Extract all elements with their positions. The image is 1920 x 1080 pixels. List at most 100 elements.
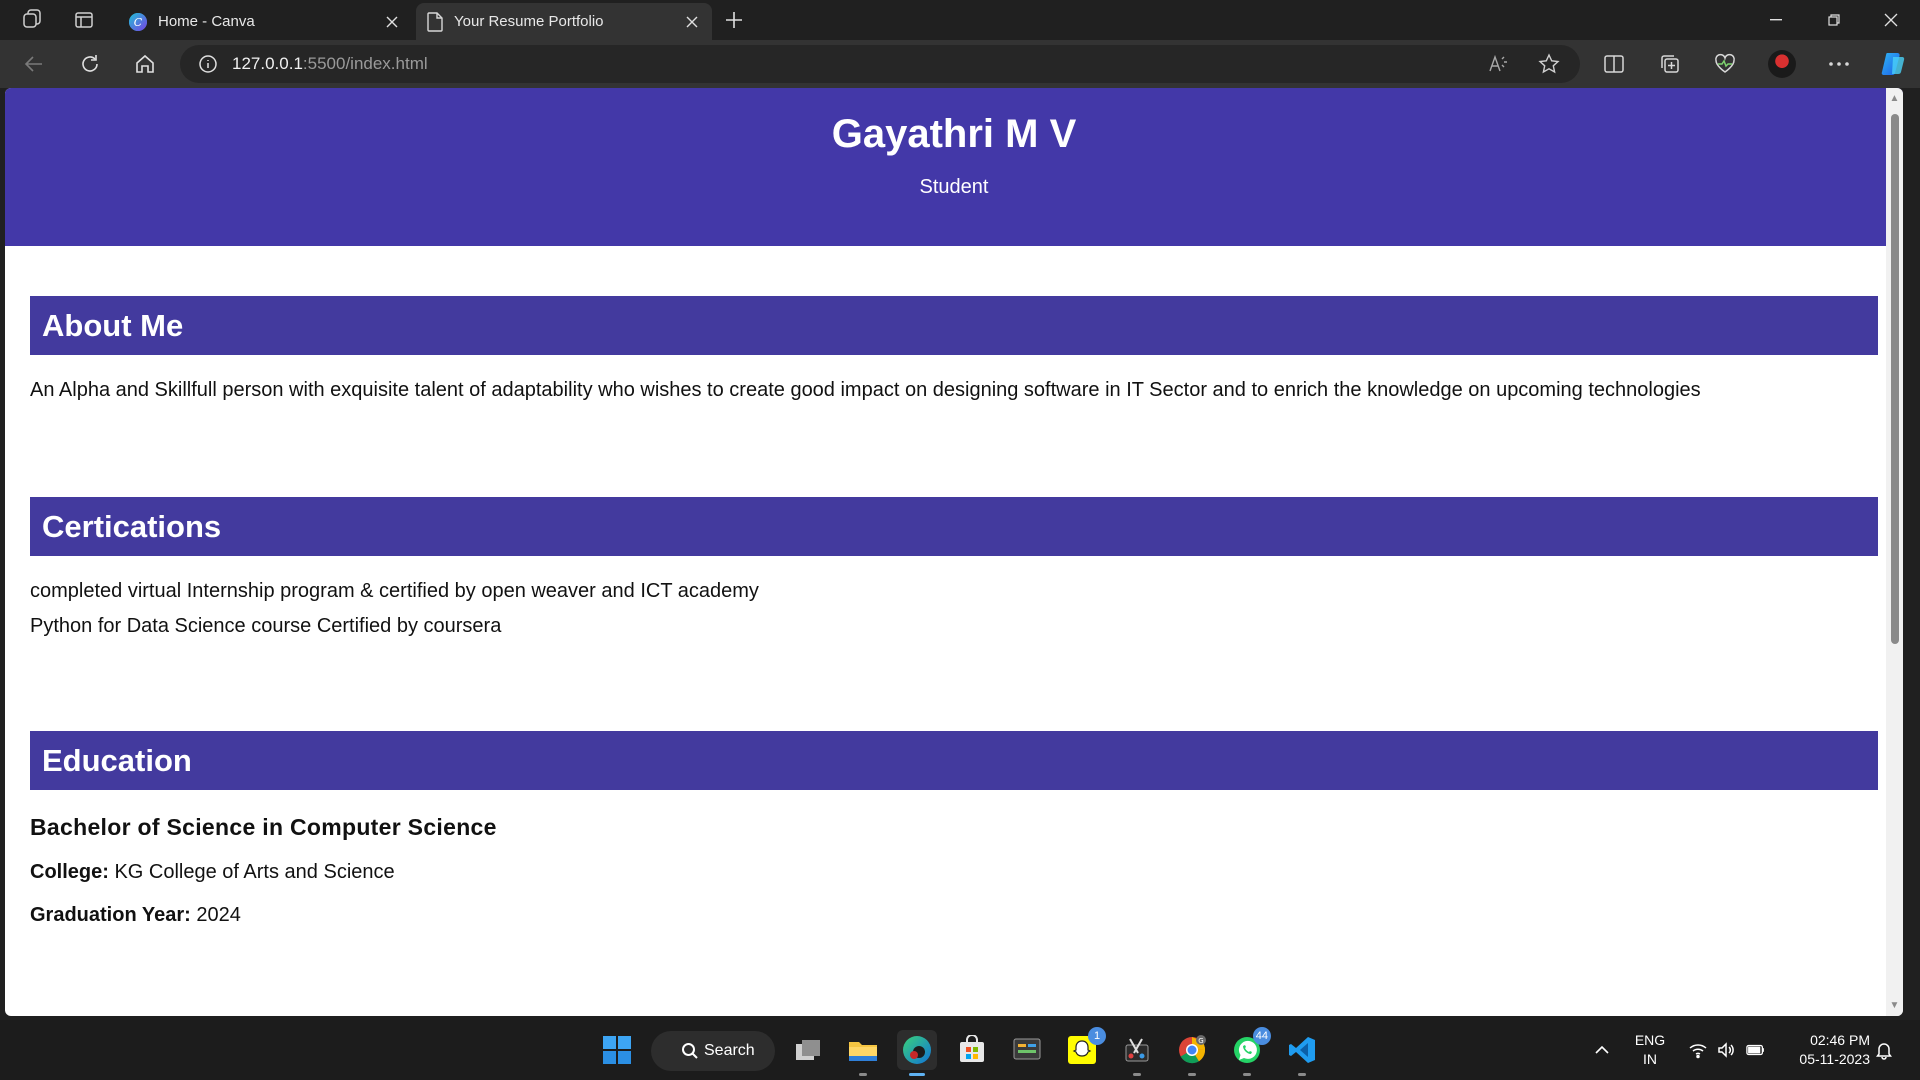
running-indicator xyxy=(859,1073,867,1076)
page-icon xyxy=(427,11,443,32)
terminal-app[interactable] xyxy=(1007,1030,1047,1070)
scroll-up-arrow-icon[interactable]: ▲ xyxy=(1889,93,1900,104)
snapchat-app[interactable]: 1 xyxy=(1062,1027,1106,1070)
url-host: 127.0.0.1 xyxy=(232,54,303,73)
task-view-icon xyxy=(796,1040,820,1060)
snipping-icon xyxy=(1125,1038,1149,1062)
svg-text:C: C xyxy=(134,16,143,29)
new-tab-icon[interactable] xyxy=(722,8,746,32)
read-aloud-icon xyxy=(1489,54,1507,72)
refresh-icon xyxy=(82,55,98,72)
scrollbar-thumb[interactable] xyxy=(1891,114,1899,644)
notification-bell-icon[interactable] xyxy=(1874,1040,1894,1060)
address-bar[interactable]: 127.0.0.1:5500/index.html xyxy=(180,45,1580,83)
star-icon xyxy=(1538,53,1560,74)
edge-icon xyxy=(903,1036,931,1064)
microsoft-store-app[interactable] xyxy=(952,1030,992,1070)
graduation-year-label: Graduation Year: xyxy=(30,904,191,926)
copilot-icon xyxy=(1881,53,1905,75)
tab-your-resume-portfolio[interactable]: Your Resume Portfolio xyxy=(416,3,712,40)
tab-title: Your Resume Portfolio xyxy=(454,13,604,30)
taskbar-search[interactable]: Search xyxy=(651,1031,775,1071)
file-explorer-app[interactable] xyxy=(843,1030,883,1076)
battery-icon[interactable] xyxy=(1746,1040,1766,1060)
running-indicator xyxy=(1298,1073,1306,1076)
whatsapp-app[interactable]: 44 xyxy=(1227,1027,1271,1076)
snipping-tool-app[interactable] xyxy=(1117,1030,1157,1076)
browser-toolbar: 127.0.0.1:5500/index.html xyxy=(0,40,1920,88)
refresh-button[interactable] xyxy=(76,50,104,78)
clock-date: 05-11-2023 xyxy=(1799,1051,1870,1067)
about-heading: About Me xyxy=(30,296,1878,355)
back-arrow-icon xyxy=(24,56,42,72)
search-label: Search xyxy=(704,1042,755,1059)
chrome-app[interactable]: G xyxy=(1172,1030,1212,1076)
whatsapp-badge: 44 xyxy=(1252,1027,1271,1045)
canva-icon: C xyxy=(129,12,147,31)
certifications-heading: Certications xyxy=(30,497,1878,556)
chevron-up-icon[interactable] xyxy=(1592,1040,1612,1060)
wifi-icon[interactable] xyxy=(1688,1040,1708,1060)
copilot-button[interactable] xyxy=(1879,50,1907,78)
college-label: College: xyxy=(30,861,109,883)
close-window-button[interactable] xyxy=(1862,0,1920,40)
vertical-scrollbar[interactable]: ▲ ▼ xyxy=(1886,88,1903,1016)
language-indicator[interactable]: ENG IN xyxy=(1630,1031,1670,1069)
home-icon xyxy=(136,54,154,73)
close-tab-icon[interactable] xyxy=(682,12,702,32)
store-icon xyxy=(960,1035,984,1062)
language-code: ENG xyxy=(1634,1032,1666,1048)
snapchat-badge: 1 xyxy=(1088,1027,1106,1045)
profile-avatar[interactable] xyxy=(1768,50,1796,78)
vscode-icon xyxy=(1289,1037,1315,1063)
collections-icon xyxy=(1661,55,1679,73)
clock[interactable]: 02:46 PM 05-11-2023 xyxy=(1782,1031,1870,1069)
read-aloud-button[interactable] xyxy=(1484,50,1512,78)
back-button[interactable] xyxy=(20,50,48,78)
college-line: College: KG College of Arts and Science xyxy=(30,861,1878,884)
person-name: Gayathri M V xyxy=(831,112,1077,156)
volume-icon[interactable] xyxy=(1716,1040,1736,1060)
minimize-button[interactable] xyxy=(1747,0,1805,40)
clock-time: 02:46 PM xyxy=(1810,1032,1870,1048)
degree-title: Bachelor of Science in Computer Science xyxy=(30,814,497,840)
about-text: An Alpha and Skillfull person with exqui… xyxy=(30,379,1701,401)
edge-app[interactable] xyxy=(897,1030,937,1076)
certifications-list: completed virtual Internship program & c… xyxy=(5,574,1903,644)
restore-button[interactable] xyxy=(1805,0,1863,40)
certification-item: completed virtual Internship program & c… xyxy=(30,580,759,602)
tab-title: Home - Canva xyxy=(158,13,255,30)
running-indicator xyxy=(1133,1073,1141,1076)
running-indicator xyxy=(1243,1073,1251,1076)
start-button[interactable] xyxy=(597,1030,637,1070)
browser-essentials-button[interactable] xyxy=(1711,50,1739,78)
site-info-icon[interactable] xyxy=(198,54,218,74)
graduation-year-value: 2024 xyxy=(196,904,241,926)
task-view-button[interactable] xyxy=(788,1030,828,1070)
more-icon xyxy=(1829,62,1849,66)
close-tab-icon[interactable] xyxy=(382,12,402,32)
vscode-app[interactable] xyxy=(1282,1030,1322,1076)
certification-item: Python for Data Science course Certified… xyxy=(30,615,502,637)
running-indicator xyxy=(1188,1073,1196,1076)
collections-button[interactable] xyxy=(1656,50,1684,78)
person-role: Student xyxy=(919,176,989,198)
split-screen-button[interactable] xyxy=(1600,50,1628,78)
heart-pulse-icon xyxy=(1715,53,1735,73)
active-indicator xyxy=(909,1073,925,1076)
page-viewport: Gayathri M V Student About Me An Alpha a… xyxy=(5,88,1903,1016)
browser-tab-bar: C Home - Canva Your Resume Portfolio xyxy=(0,0,1920,40)
education-heading: Education xyxy=(30,731,1878,790)
tab-home-canva[interactable]: C Home - Canva xyxy=(118,3,412,40)
svg-text:G: G xyxy=(1198,1037,1203,1045)
resume-header: Gayathri M V Student xyxy=(5,88,1903,246)
settings-more-button[interactable] xyxy=(1825,50,1853,78)
terminal-icon xyxy=(1013,1038,1041,1060)
favorite-button[interactable] xyxy=(1535,50,1563,78)
workspaces-icon[interactable] xyxy=(20,8,44,32)
home-button[interactable] xyxy=(131,50,159,78)
graduation-year-line: Graduation Year: 2024 xyxy=(30,904,1878,927)
tab-actions-icon[interactable] xyxy=(72,8,96,32)
scroll-down-arrow-icon[interactable]: ▼ xyxy=(1889,1000,1900,1011)
windows-logo-icon xyxy=(603,1036,631,1064)
